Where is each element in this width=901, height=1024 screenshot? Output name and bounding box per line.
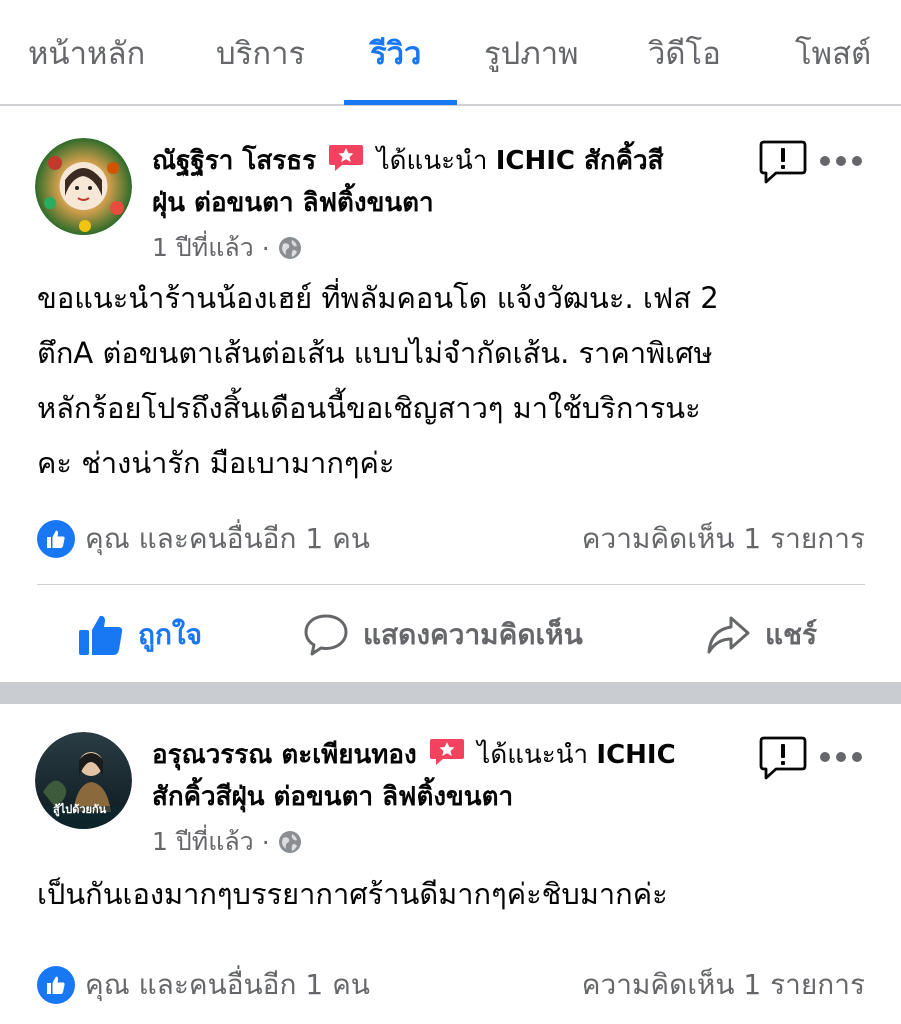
share-button[interactable]: แชร์ (705, 600, 817, 670)
more-dots-icon[interactable] (820, 750, 862, 764)
meta-separator: · (261, 233, 270, 263)
post-body-line: หลักร้อยโปรถึงสิ้นเดือนนี้ขอเชิญสาวๆ มาใ… (37, 391, 701, 425)
tab-services[interactable]: บริการ (216, 28, 305, 88)
recommend-text: ได้แนะนำ (376, 146, 488, 176)
tab-home[interactable]: หน้าหลัก (28, 28, 145, 88)
comment-button[interactable]: แสดงความคิดเห็น (303, 600, 583, 670)
more-dots-icon[interactable] (820, 154, 862, 168)
reaction-text: คุณ และคนอื่นอีก 1 คน (85, 968, 370, 1001)
reaction-summary[interactable]: คุณ และคนอื่นอีก 1 คน (37, 517, 370, 561)
post-body-line: คะ ช่างน่ารัก มือเบามากๆค่ะ (37, 446, 395, 480)
timestamp[interactable]: 1 ปีที่แล้ว (152, 228, 254, 268)
divider (37, 584, 865, 585)
report-flag-icon[interactable] (758, 138, 808, 186)
globe-icon (278, 237, 301, 259)
post-header-line-1: อรุณวรรณ ตะเพียนทอง ได้แนะนำ ICHIC (152, 734, 676, 776)
globe-icon (278, 831, 301, 853)
post-body: ขอแนะนำร้านน้องเฮย์ ที่พลัมคอนโด แจ้งวัฒ… (37, 271, 872, 491)
post-header-line-1: ณัฐฐิรา โสรธร ได้แนะนำ ICHIC สักคิ้วสี (152, 140, 664, 182)
tab-posts[interactable]: โพสต์ (795, 28, 871, 88)
post-actions: ถูกใจ แสดงความคิดเห็น แชร์ (0, 600, 901, 670)
tab-reviews[interactable]: รีวิว (370, 28, 421, 88)
author-name[interactable]: อรุณวรรณ ตะเพียนทอง (152, 740, 417, 770)
reaction-summary[interactable]: คุณ และคนอื่นอีก 1 คน (37, 963, 370, 1007)
comment-bubble-icon (304, 614, 348, 656)
comment-label: แสดงความคิดเห็น (363, 618, 583, 651)
active-tab-indicator (344, 100, 457, 105)
post-meta: 1 ปีที่แล้ว · (152, 228, 302, 268)
post-separator (0, 682, 901, 704)
recommend-star-icon (430, 739, 465, 765)
avatar[interactable]: สู้ไปด้วยกัน (35, 732, 132, 829)
avatar[interactable] (35, 138, 132, 235)
author-name[interactable]: ณัฐฐิรา โสรธร (152, 146, 316, 176)
comments-count[interactable]: ความคิดเห็น 1 รายการ (582, 963, 865, 1007)
post-header-line-2: ฝุ่น ต่อขนตา ลิฟติ้งขนตา (152, 182, 434, 224)
share-label: แชร์ (765, 618, 818, 651)
avatar-caption: สู้ไปด้วยกัน (53, 803, 107, 816)
post-body: เป็นกันเองมากๆบรรยากาศร้านดีมากๆค่ะชิบมา… (37, 867, 872, 922)
like-label: ถูกใจ (138, 618, 202, 651)
page-name-continued[interactable]: ฝุ่น ต่อขนตา ลิฟติ้งขนตา (152, 188, 434, 218)
like-reaction-icon (37, 520, 75, 558)
tab-photos[interactable]: รูปภาพ (484, 28, 579, 88)
reactions-row: คุณ และคนอื่นอีก 1 คน ความคิดเห็น 1 รายก… (37, 514, 865, 564)
meta-separator: · (261, 827, 270, 857)
recommend-text: ได้แนะนำ (477, 740, 589, 770)
tab-videos[interactable]: วิดีโอ (648, 28, 721, 88)
thumbs-up-icon (79, 615, 123, 655)
report-flag-icon[interactable] (758, 734, 808, 782)
review-post: ณัฐฐิรา โสรธร ได้แนะนำ ICHIC สักคิ้วสี ฝ… (0, 108, 901, 682)
page-name[interactable]: ICHIC (596, 740, 675, 770)
like-button[interactable]: ถูกใจ (78, 600, 202, 670)
reactions-row: คุณ และคนอื่นอีก 1 คน ความคิดเห็น 1 รายก… (37, 960, 865, 1010)
recommend-star-icon (329, 145, 364, 171)
timestamp[interactable]: 1 ปีที่แล้ว (152, 822, 254, 862)
post-body-line: เป็นกันเองมากๆบรรยากาศร้านดีมากๆค่ะชิบมา… (37, 877, 668, 911)
share-arrow-icon (707, 616, 750, 654)
post-meta: 1 ปีที่แล้ว · (152, 822, 302, 862)
post-body-line: ตึกA ต่อขนตาเส้นต่อเส้น แบบไม่จำกัดเส้น.… (37, 336, 713, 370)
comments-count[interactable]: ความคิดเห็น 1 รายการ (582, 517, 865, 561)
reaction-text: คุณ และคนอื่นอีก 1 คน (85, 522, 370, 555)
like-reaction-icon (37, 966, 75, 1004)
review-post: สู้ไปด้วยกัน อรุณวรรณ ตะเพียนทอง ได้แนะน… (0, 704, 901, 1024)
page-name[interactable]: ICHIC สักคิ้วสี (496, 146, 664, 176)
page-tab-bar: หน้าหลัก บริการ รีวิว รูปภาพ วิดีโอ โพสต… (0, 0, 901, 106)
post-header-line-2: สักคิ้วสีฝุ่น ต่อขนตา ลิฟติ้งขนตา (152, 776, 513, 818)
post-body-line: ขอแนะนำร้านน้องเฮย์ ที่พลัมคอนโด แจ้งวัฒ… (37, 281, 719, 315)
page-name-continued[interactable]: สักคิ้วสีฝุ่น ต่อขนตา ลิฟติ้งขนตา (152, 782, 513, 812)
